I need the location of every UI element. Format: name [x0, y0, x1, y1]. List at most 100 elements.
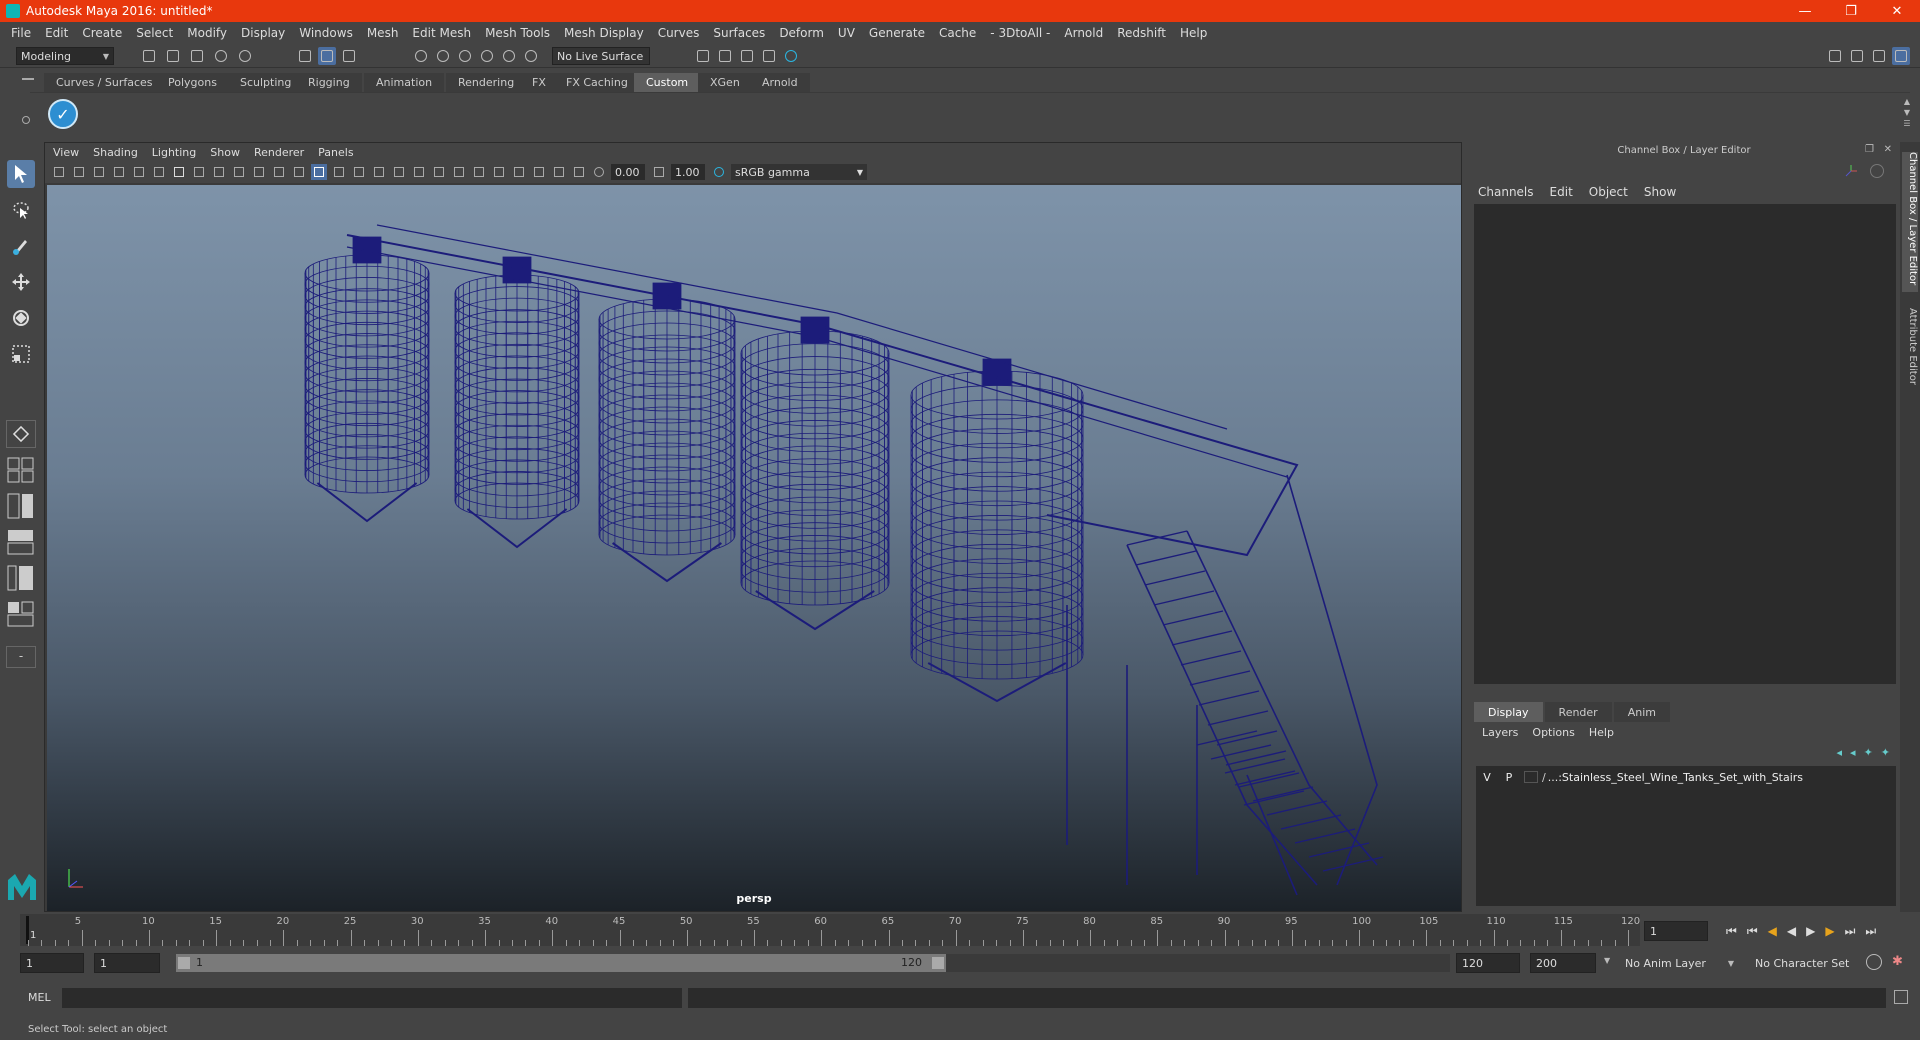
attribute-editor-toggle-icon[interactable]: [1848, 47, 1866, 65]
channel-box-side-tab[interactable]: Channel Box / Layer Editor: [1902, 152, 1918, 292]
playback-end-field[interactable]: 120: [1456, 953, 1520, 973]
command-input[interactable]: [62, 988, 682, 1008]
float-panel-icon[interactable]: ❐: [1865, 144, 1874, 155]
layer-menu-help[interactable]: Help: [1589, 726, 1614, 739]
panel-menu-show[interactable]: Show: [210, 146, 240, 159]
panel-menu-shading[interactable]: Shading: [93, 146, 138, 159]
shelf-scroll-arrows-icon[interactable]: ▲ ▼ ☰: [1900, 96, 1914, 132]
menu-item-arnold[interactable]: Arnold: [1057, 26, 1110, 40]
menu-item-display[interactable]: Display: [234, 26, 292, 40]
minimize-button[interactable]: —: [1782, 0, 1828, 22]
layer-visibility-toggle[interactable]: V: [1476, 771, 1498, 784]
gate-mask-icon[interactable]: [231, 164, 247, 180]
rotate-tool-icon[interactable]: [7, 304, 35, 332]
layer-tab-render[interactable]: Render: [1544, 702, 1612, 722]
ambient-occlusion-icon[interactable]: [431, 164, 447, 180]
scale-tool-icon[interactable]: [7, 340, 35, 368]
snap-curve-icon[interactable]: [434, 47, 452, 65]
script-editor-icon[interactable]: [1894, 990, 1908, 1004]
ipr-render-icon[interactable]: [738, 47, 756, 65]
select-tool-icon[interactable]: [7, 160, 35, 188]
shelf-tab-fx-caching[interactable]: FX Caching: [554, 73, 640, 92]
menu-item-create[interactable]: Create: [75, 26, 129, 40]
shelf-tab-animation[interactable]: Animation: [364, 73, 445, 92]
menu-item-redshift[interactable]: Redshift: [1110, 26, 1173, 40]
shelf-tab-fx[interactable]: FX: [520, 73, 558, 92]
play-forward-icon[interactable]: ▶: [1806, 924, 1815, 939]
exposure-icon[interactable]: [591, 164, 607, 180]
camera-attributes-icon[interactable]: [71, 164, 87, 180]
side-by-side-layout-icon[interactable]: [6, 492, 36, 520]
menu-item-file[interactable]: File: [4, 26, 38, 40]
xray-joints-icon[interactable]: [551, 164, 567, 180]
render-frame-icon[interactable]: [716, 47, 734, 65]
select-hierarchy-icon[interactable]: [296, 47, 314, 65]
menu-item-surfaces[interactable]: Surfaces: [706, 26, 772, 40]
shelf-tab-polygons[interactable]: Polygons: [156, 73, 229, 92]
channel-menu-channels[interactable]: Channels: [1478, 185, 1534, 199]
grid-toggle-icon[interactable]: [171, 164, 187, 180]
smooth-shading-icon[interactable]: [331, 164, 347, 180]
shelf-tab-custom[interactable]: Custom: [634, 73, 701, 92]
panel-menu-lighting[interactable]: Lighting: [152, 146, 196, 159]
menu-item-curves[interactable]: Curves: [651, 26, 707, 40]
preferences-icon[interactable]: ✱: [1892, 954, 1903, 969]
custom-layout-menu-icon[interactable]: -: [6, 646, 36, 668]
menu-item-mesh[interactable]: Mesh: [360, 26, 406, 40]
layer-playback-toggle[interactable]: P: [1498, 771, 1520, 784]
panel-menu-renderer[interactable]: Renderer: [254, 146, 304, 159]
menu-item-modify[interactable]: Modify: [180, 26, 234, 40]
isolate-select-icon[interactable]: [511, 164, 527, 180]
menu-item-edit-mesh[interactable]: Edit Mesh: [405, 26, 478, 40]
attribute-editor-side-tab[interactable]: Attribute Editor: [1902, 308, 1918, 398]
grease-pencil-icon[interactable]: [151, 164, 167, 180]
motion-blur-icon[interactable]: [451, 164, 467, 180]
custom-shelf-check-icon[interactable]: ✓: [48, 99, 78, 129]
go-to-start-icon[interactable]: ⏮: [1726, 924, 1737, 939]
outliner-persp-graph-layout-icon[interactable]: [6, 600, 36, 628]
new-scene-icon[interactable]: [140, 47, 158, 65]
safe-action-icon[interactable]: [271, 164, 287, 180]
menu-set-dropdown[interactable]: Modeling ▼: [16, 47, 114, 65]
snap-grid-icon[interactable]: [412, 47, 430, 65]
select-component-icon[interactable]: [340, 47, 358, 65]
film-gate-icon[interactable]: [191, 164, 207, 180]
new-layer-selected-icon[interactable]: ✦: [1864, 746, 1873, 759]
layer-menu-layers[interactable]: Layers: [1482, 726, 1518, 739]
save-scene-icon[interactable]: [188, 47, 206, 65]
command-language-label[interactable]: MEL: [28, 991, 51, 1004]
animation-end-field[interactable]: 200: [1530, 953, 1596, 973]
move-tool-icon[interactable]: [7, 268, 35, 296]
shelf-tab-sculpting[interactable]: Sculpting: [228, 73, 304, 92]
color-management-icon[interactable]: [711, 164, 727, 180]
shelf-menu-icon[interactable]: [22, 78, 34, 80]
new-layer-icon[interactable]: ✦: [1881, 746, 1890, 759]
play-backward-icon[interactable]: ◀: [1787, 924, 1796, 939]
manipulator-icon[interactable]: [1844, 164, 1858, 178]
channel-box-toggle-icon[interactable]: [1892, 47, 1910, 65]
field-chart-icon[interactable]: [251, 164, 267, 180]
resolution-gate-icon[interactable]: [211, 164, 227, 180]
snap-point-icon[interactable]: [456, 47, 474, 65]
paint-select-tool-icon[interactable]: [7, 232, 35, 260]
image-plane-icon[interactable]: [111, 164, 127, 180]
close-button[interactable]: ✕: [1874, 0, 1920, 22]
menu-item-help[interactable]: Help: [1173, 26, 1214, 40]
playback-start-field[interactable]: 1: [94, 953, 160, 973]
wireframe-on-shaded-icon[interactable]: [351, 164, 367, 180]
current-frame-field[interactable]: 1: [1644, 921, 1708, 941]
menu-item-deform[interactable]: Deform: [772, 26, 831, 40]
wireframe-shading-icon[interactable]: [311, 164, 327, 180]
gamma-field[interactable]: 1.00: [671, 164, 705, 180]
gamma-icon[interactable]: [651, 164, 667, 180]
go-to-end-icon[interactable]: ⏭: [1865, 924, 1876, 939]
channel-menu-show[interactable]: Show: [1644, 185, 1676, 199]
maximize-button[interactable]: ❐: [1828, 0, 1874, 22]
menu-item-mesh-display[interactable]: Mesh Display: [557, 26, 651, 40]
menu-item-windows[interactable]: Windows: [292, 26, 360, 40]
channel-box-body[interactable]: [1474, 204, 1896, 684]
menu-item-3dtoall[interactable]: - 3DtoAll -: [983, 26, 1057, 40]
hypershade-icon[interactable]: [782, 47, 800, 65]
open-scene-icon[interactable]: [164, 47, 182, 65]
tool-settings-toggle-icon[interactable]: [1870, 47, 1888, 65]
